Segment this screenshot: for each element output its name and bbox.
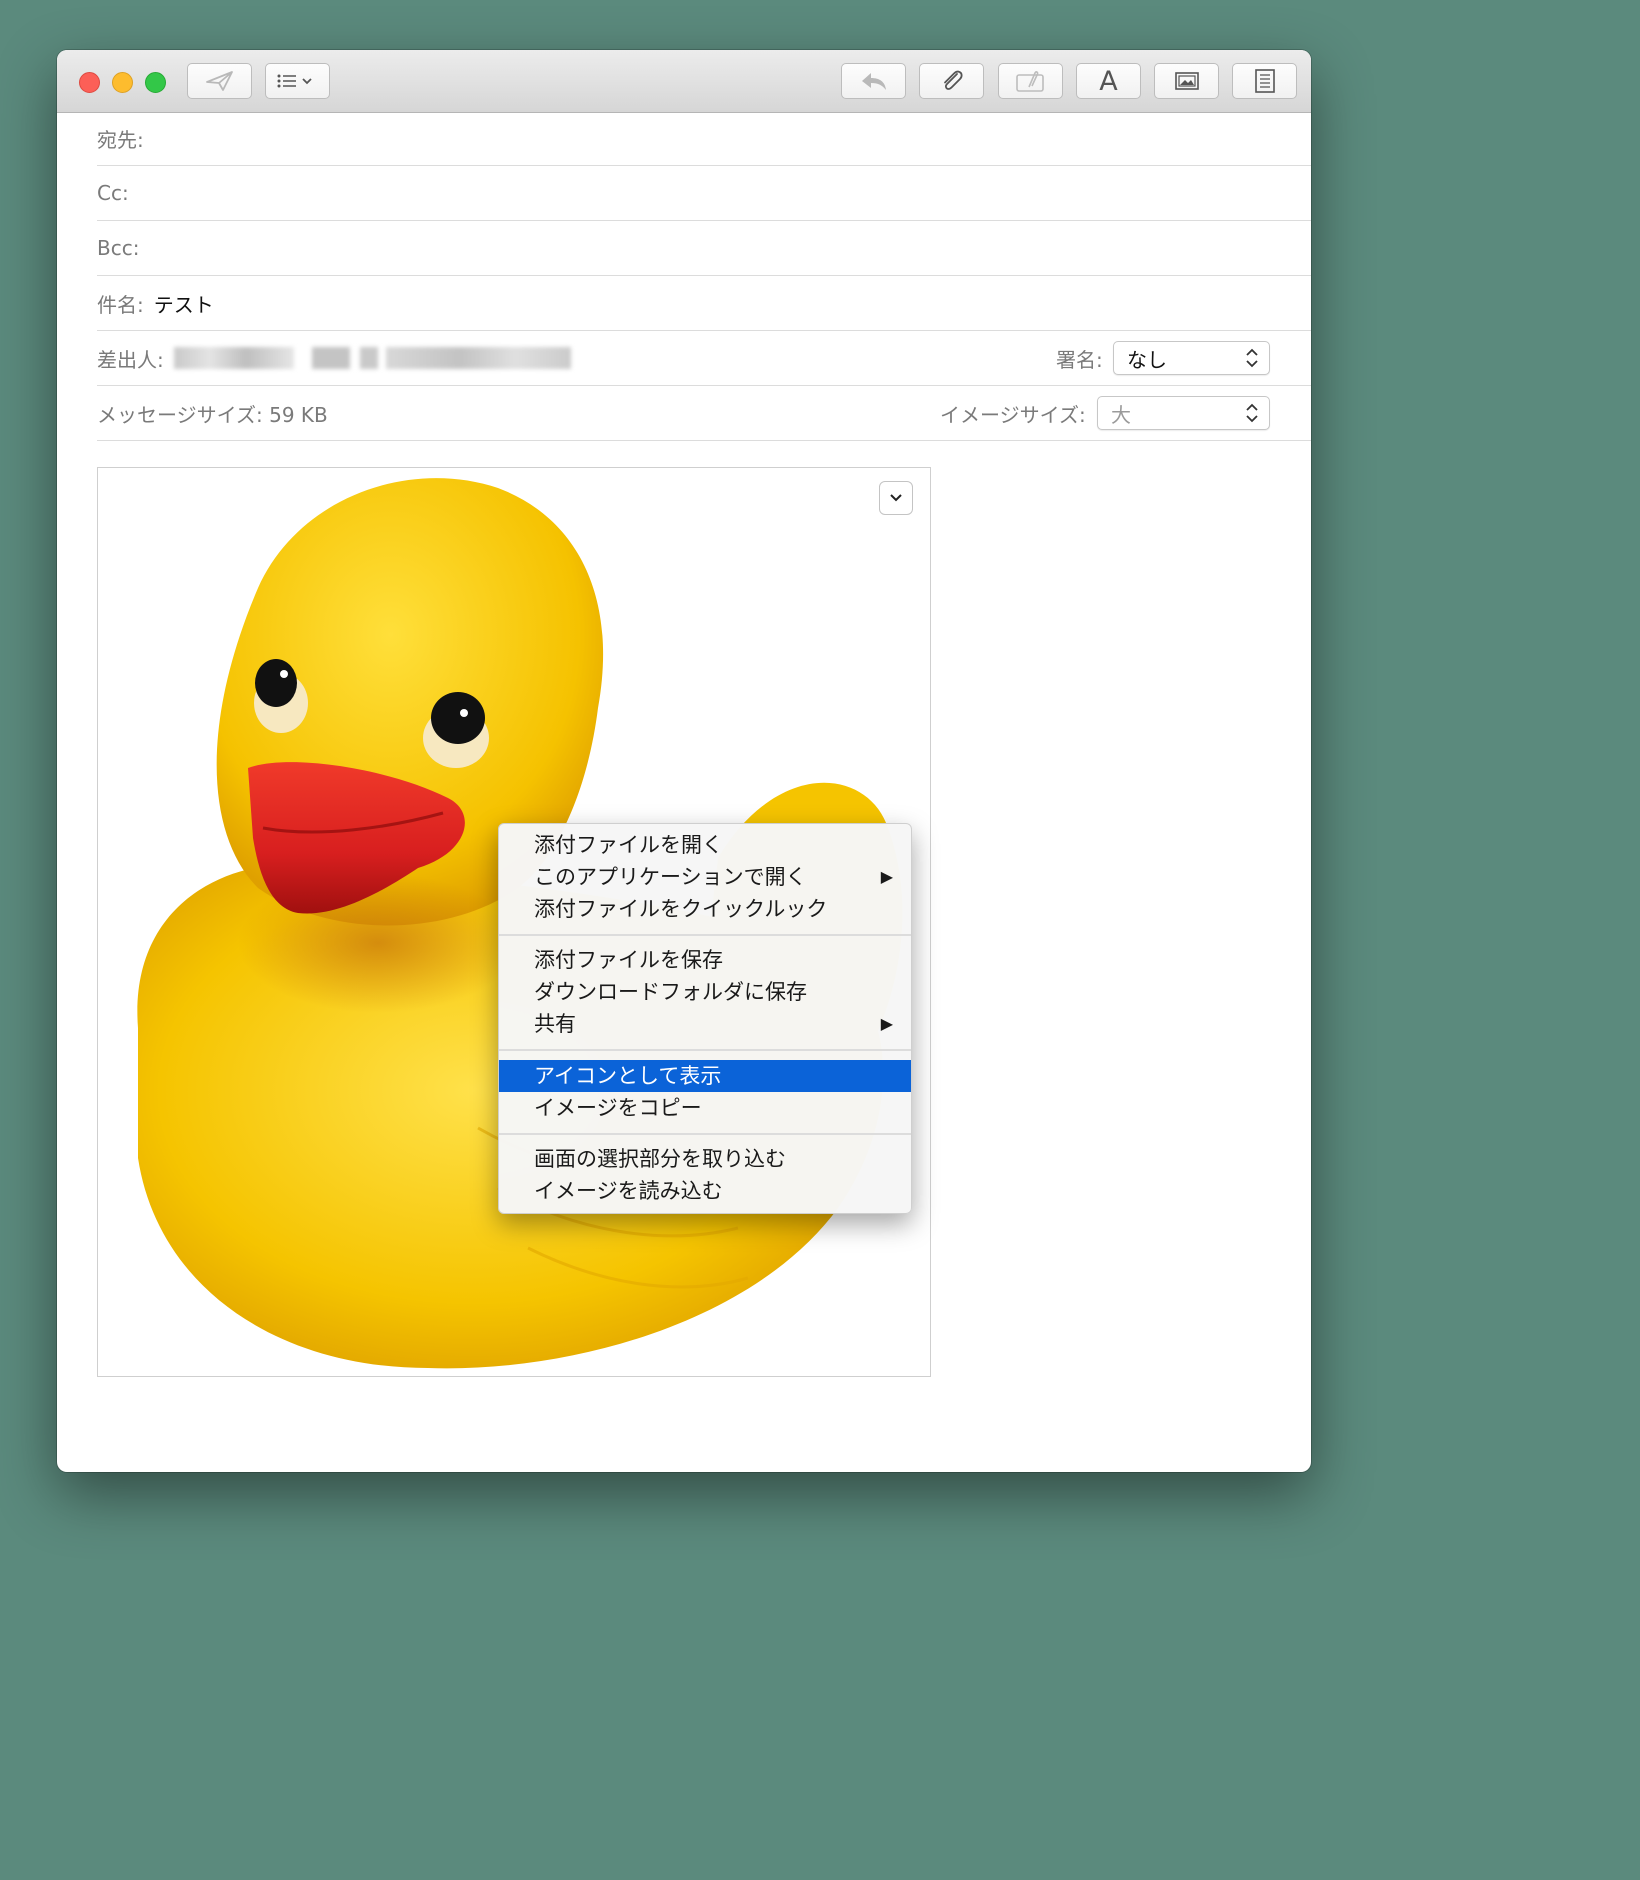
markup-icon bbox=[1015, 71, 1044, 92]
from-label: 差出人: bbox=[97, 347, 164, 372]
paperclip-icon bbox=[943, 70, 963, 90]
menu-item-view-as-icon[interactable]: アイコンとして表示 bbox=[499, 1060, 911, 1092]
message-size-label: メッセージサイズ: 59 KB bbox=[97, 402, 328, 427]
attachment-menu-button[interactable] bbox=[879, 481, 913, 515]
signature-label: 署名: bbox=[1056, 347, 1103, 372]
header-fields-button[interactable] bbox=[265, 63, 330, 99]
submenu-arrow-icon: ▶ bbox=[880, 867, 893, 886]
menu-separator bbox=[499, 1133, 911, 1135]
image-size-select[interactable]: 大 bbox=[1097, 396, 1270, 430]
close-button[interactable] bbox=[79, 72, 100, 93]
format-label: A bbox=[1099, 65, 1118, 97]
menu-item-save-attachment[interactable]: 添付ファイルを保存 bbox=[499, 944, 911, 976]
list-icon bbox=[277, 74, 312, 88]
signature-value: なし bbox=[1127, 347, 1167, 372]
photo-browser-icon bbox=[1174, 72, 1199, 90]
bcc-label: Bcc: bbox=[97, 236, 140, 260]
minimize-button[interactable] bbox=[112, 72, 133, 93]
paper-plane-icon bbox=[205, 71, 233, 91]
stationery-button[interactable] bbox=[1232, 63, 1297, 99]
zoom-button[interactable] bbox=[145, 72, 166, 93]
cc-field[interactable]: Cc: bbox=[97, 166, 1311, 221]
chevron-down-icon bbox=[890, 494, 902, 502]
reply-icon bbox=[861, 73, 886, 90]
bcc-field[interactable]: Bcc: bbox=[97, 221, 1311, 276]
compose-window: A 宛先: Cc: Bcc: 件名: テスト 差出人: 署名: なし メッセージ… bbox=[57, 50, 1311, 1472]
updown-arrows-icon bbox=[1246, 348, 1258, 368]
markup-button[interactable] bbox=[998, 63, 1063, 99]
subject-label: 件名: bbox=[97, 292, 144, 317]
to-field[interactable]: 宛先: bbox=[97, 111, 1311, 166]
photo-browser-button[interactable] bbox=[1154, 63, 1219, 99]
attach-button[interactable] bbox=[919, 63, 984, 99]
subject-value[interactable]: テスト bbox=[154, 289, 214, 318]
from-field: 差出人: 署名: なし bbox=[97, 331, 1311, 386]
stationery-icon bbox=[1254, 69, 1275, 93]
from-address-redacted[interactable] bbox=[173, 347, 574, 369]
menu-item-open-with[interactable]: このアプリケーションで開く ▶ bbox=[499, 861, 911, 893]
menu-item-open-attachment[interactable]: 添付ファイルを開く bbox=[499, 829, 911, 861]
submenu-arrow-icon: ▶ bbox=[880, 1014, 893, 1033]
subject-field[interactable]: 件名: テスト bbox=[97, 276, 1311, 331]
menu-separator bbox=[499, 934, 911, 936]
updown-arrows-icon bbox=[1246, 403, 1258, 423]
menu-item-import-image[interactable]: イメージを読み込む bbox=[499, 1175, 911, 1207]
menu-item-save-to-downloads[interactable]: ダウンロードフォルダに保存 bbox=[499, 976, 911, 1008]
cc-label: Cc: bbox=[97, 181, 129, 205]
menu-item-share[interactable]: 共有 ▶ bbox=[499, 1008, 911, 1040]
context-menu: 添付ファイルを開く このアプリケーションで開く ▶ 添付ファイルをクイックルック … bbox=[498, 823, 912, 1214]
menu-item-copy-image[interactable]: イメージをコピー bbox=[499, 1092, 911, 1124]
send-button[interactable] bbox=[187, 63, 252, 99]
menu-separator bbox=[499, 1049, 911, 1051]
to-label: 宛先: bbox=[97, 127, 144, 152]
menu-item-capture-selection[interactable]: 画面の選択部分を取り込む bbox=[499, 1143, 911, 1175]
reply-button[interactable] bbox=[841, 63, 906, 99]
format-button[interactable]: A bbox=[1076, 63, 1141, 99]
menu-item-quick-look[interactable]: 添付ファイルをクイックルック bbox=[499, 893, 911, 925]
toolbar: A bbox=[57, 50, 1311, 113]
image-size-label: イメージサイズ: bbox=[940, 402, 1086, 427]
image-size-value: 大 bbox=[1111, 402, 1131, 427]
signature-select[interactable]: なし bbox=[1113, 341, 1270, 375]
message-size-row: メッセージサイズ: 59 KB イメージサイズ: 大 bbox=[97, 386, 1311, 441]
